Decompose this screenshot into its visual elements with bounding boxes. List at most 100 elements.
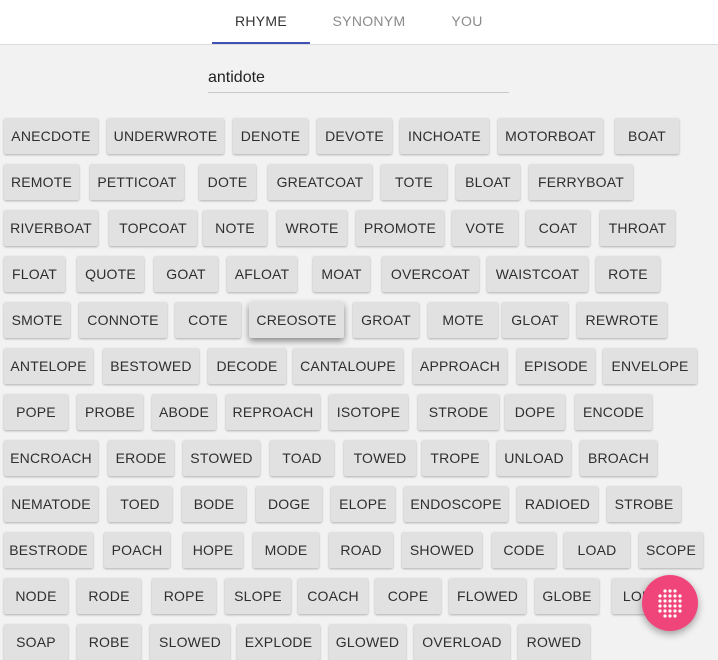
- word-chip-hope[interactable]: HOPE: [183, 532, 243, 568]
- word-chip-bloat[interactable]: BLOAT: [456, 164, 520, 200]
- word-chip-bestowed[interactable]: BESTOWED: [103, 348, 199, 384]
- word-chip-coat[interactable]: COAT: [526, 210, 590, 246]
- word-chip-isotope[interactable]: ISOTOPE: [329, 394, 408, 430]
- word-chip-mote[interactable]: MOTE: [428, 302, 498, 338]
- word-chip-groat[interactable]: GROAT: [353, 302, 419, 338]
- word-chip-motorboat[interactable]: MOTORBOAT: [498, 118, 603, 154]
- word-chip-code[interactable]: CODE: [492, 532, 556, 568]
- word-chip-toad[interactable]: TOAD: [270, 440, 334, 476]
- word-chip-anecdote[interactable]: ANECDOTE: [4, 118, 98, 154]
- active-tab-indicator: [212, 42, 310, 44]
- word-chip-rowed[interactable]: ROWED: [518, 624, 590, 660]
- word-chip-doge[interactable]: DOGE: [256, 486, 322, 522]
- word-chip-episode[interactable]: EPISODE: [517, 348, 595, 384]
- word-chip-elope[interactable]: ELOPE: [331, 486, 395, 522]
- word-chip-rode[interactable]: RODE: [77, 578, 141, 614]
- word-chip-goat[interactable]: GOAT: [154, 256, 218, 292]
- word-chip-glowed[interactable]: GLOWED: [329, 624, 406, 660]
- word-chip-rewrote[interactable]: REWROTE: [577, 302, 667, 338]
- word-chip-float[interactable]: FLOAT: [4, 256, 65, 292]
- word-chip-smote[interactable]: SMOTE: [4, 302, 70, 338]
- word-chip-dote[interactable]: DOTE: [199, 164, 256, 200]
- search-input[interactable]: [208, 64, 509, 93]
- word-chip-toed[interactable]: TOED: [108, 486, 172, 522]
- word-chip-cope[interactable]: COPE: [375, 578, 441, 614]
- word-chip-road[interactable]: ROAD: [329, 532, 393, 568]
- word-chip-decode[interactable]: DECODE: [208, 348, 286, 384]
- word-chip-riverboat[interactable]: RIVERBOAT: [4, 210, 98, 246]
- word-chip-robe[interactable]: ROBE: [77, 624, 141, 660]
- word-chip-encode[interactable]: ENCODE: [575, 394, 652, 430]
- word-chip-nematode[interactable]: NEMATODE: [4, 486, 98, 522]
- word-chip-mode[interactable]: MODE: [253, 532, 319, 568]
- word-chip-poach[interactable]: POACH: [104, 532, 170, 568]
- word-chip-rope[interactable]: ROPE: [152, 578, 216, 614]
- word-chip-connote[interactable]: CONNOTE: [79, 302, 167, 338]
- word-chip-bestrode[interactable]: BESTRODE: [4, 532, 93, 568]
- word-chip-broach[interactable]: BROACH: [580, 440, 657, 476]
- word-chip-remote[interactable]: REMOTE: [4, 164, 79, 200]
- word-chip-creosote[interactable]: CREOSOTE: [249, 302, 344, 338]
- word-chip-stowed[interactable]: STOWED: [183, 440, 260, 476]
- word-chip-vote[interactable]: VOTE: [452, 210, 518, 246]
- word-chip-boat[interactable]: BOAT: [615, 118, 679, 154]
- word-chip-quote[interactable]: QUOTE: [77, 256, 144, 292]
- word-chip-inchoate[interactable]: INCHOATE: [400, 118, 489, 154]
- word-chip-erode[interactable]: ERODE: [108, 440, 174, 476]
- word-chip-explode[interactable]: EXPLODE: [237, 624, 320, 660]
- word-chip-overload[interactable]: OVERLOAD: [414, 624, 510, 660]
- word-chip-tote[interactable]: TOTE: [381, 164, 447, 200]
- word-chip-gloat[interactable]: GLOAT: [502, 302, 568, 338]
- word-chip-abode[interactable]: ABODE: [152, 394, 216, 430]
- word-chip-probe[interactable]: PROBE: [77, 394, 143, 430]
- word-chip-wrote[interactable]: WROTE: [277, 210, 347, 246]
- word-chip-note[interactable]: NOTE: [203, 210, 267, 246]
- word-chip-encroach[interactable]: ENCROACH: [4, 440, 98, 476]
- word-chip-denote[interactable]: DENOTE: [233, 118, 308, 154]
- word-chip-throat[interactable]: THROAT: [600, 210, 675, 246]
- word-chip-overcoat[interactable]: OVERCOAT: [382, 256, 479, 292]
- word-chip-strode[interactable]: STRODE: [418, 394, 499, 430]
- word-chip-pope[interactable]: POPE: [4, 394, 68, 430]
- tab-you[interactable]: YOU: [418, 0, 516, 44]
- word-chip-load[interactable]: LOAD: [564, 532, 630, 568]
- word-chip-showed[interactable]: SHOWED: [402, 532, 482, 568]
- word-chip-towed[interactable]: TOWED: [344, 440, 416, 476]
- word-chip-radioed[interactable]: RADIOED: [517, 486, 598, 522]
- tab-synonym[interactable]: SYNONYM: [320, 0, 418, 44]
- word-chip-ferryboat[interactable]: FERRYBOAT: [529, 164, 633, 200]
- word-chip-slope[interactable]: SLOPE: [225, 578, 291, 614]
- word-chip-antelope[interactable]: ANTELOPE: [4, 348, 93, 384]
- word-chip-bode[interactable]: BODE: [182, 486, 246, 522]
- word-chip-cote[interactable]: COTE: [175, 302, 241, 338]
- word-chip-afloat[interactable]: AFLOAT: [227, 256, 297, 292]
- word-chip-petticoat[interactable]: PETTICOAT: [90, 164, 184, 200]
- word-chip-greatcoat[interactable]: GREATCOAT: [268, 164, 372, 200]
- word-chip-cantaloupe[interactable]: CANTALOUPE: [293, 348, 403, 384]
- word-chip-endoscope[interactable]: ENDOSCOPE: [404, 486, 508, 522]
- word-chip-trope[interactable]: TROPE: [422, 440, 488, 476]
- word-chip-devote[interactable]: DEVOTE: [317, 118, 392, 154]
- word-chip-node[interactable]: NODE: [4, 578, 68, 614]
- fab-button[interactable]: [642, 575, 698, 631]
- word-chip-topcoat[interactable]: TOPCOAT: [109, 210, 197, 246]
- word-chip-globe[interactable]: GLOBE: [535, 578, 599, 614]
- word-chip-coach[interactable]: COACH: [298, 578, 368, 614]
- word-chip-scope[interactable]: SCOPE: [639, 532, 703, 568]
- word-chip-slowed[interactable]: SLOWED: [150, 624, 230, 660]
- word-chip-soap[interactable]: SOAP: [4, 624, 68, 660]
- word-chip-reproach[interactable]: REPROACH: [226, 394, 320, 430]
- word-chip-promote[interactable]: PROMOTE: [356, 210, 444, 246]
- word-chip-flowed[interactable]: FLOWED: [449, 578, 526, 614]
- word-chip-envelope[interactable]: ENVELOPE: [603, 348, 697, 384]
- word-chip-approach[interactable]: APPROACH: [413, 348, 507, 384]
- word-chip-strobe[interactable]: STROBE: [607, 486, 681, 522]
- word-row: ANECDOTE UNDERWROTE DENOTE DEVOTE INCHOATE MO…: [0, 118, 718, 154]
- word-chip-rote[interactable]: ROTE: [596, 256, 660, 292]
- word-chip-dope[interactable]: DOPE: [505, 394, 565, 430]
- word-chip-underwrote[interactable]: UNDERWROTE: [107, 118, 224, 154]
- word-chip-waistcoat[interactable]: WAISTCOAT: [487, 256, 588, 292]
- word-chip-unload[interactable]: UNLOAD: [497, 440, 571, 476]
- word-chip-moat[interactable]: MOAT: [313, 256, 370, 292]
- tab-rhyme[interactable]: RHYME: [212, 0, 310, 44]
